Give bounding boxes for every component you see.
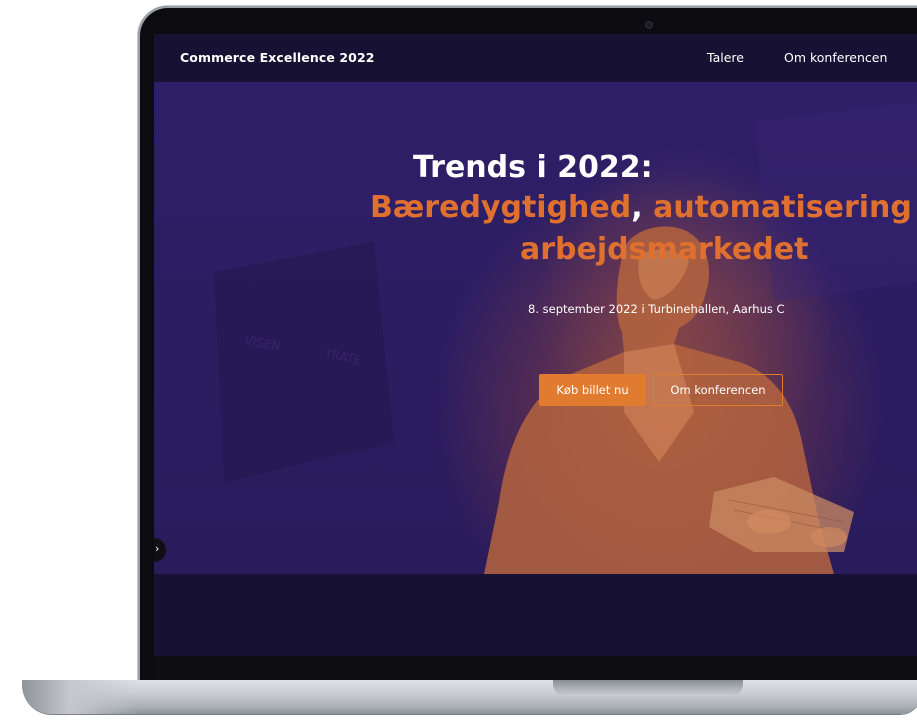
screen-bottom-bezel <box>154 656 917 680</box>
chevron-right-icon: › <box>155 542 160 555</box>
hero-title-line1: Trends i 2022: <box>413 150 653 185</box>
hero-title-line2: Bæredygtighed, automatisering o <box>370 190 917 225</box>
site-brand[interactable]: Commerce Excellence 2022 <box>180 50 375 65</box>
hero-title-comma: , <box>631 190 643 225</box>
nav-item-om-konferencen[interactable]: Om konferencen <box>784 50 887 65</box>
hero-title-line3: arbejdsmarkedet <box>520 232 809 267</box>
nav-item-talere[interactable]: Talere <box>707 50 744 65</box>
section-below-hero <box>154 574 917 656</box>
laptop-screen: Commerce Excellence 2022 Talere Om konfe… <box>154 34 917 680</box>
buy-ticket-button[interactable]: Køb billet nu <box>539 374 646 406</box>
hero-title-bæredygtighed: Bæredygtighed <box>370 190 632 225</box>
laptop-base <box>22 680 917 714</box>
about-conference-button[interactable]: Om konferencen <box>653 374 783 406</box>
hero-event-date-location: 8. september 2022 i Turbinehallen, Aarhu… <box>528 302 785 316</box>
hero-title-automatisering: automatisering o <box>642 190 917 225</box>
top-navbar: Commerce Excellence 2022 Talere Om konfe… <box>154 34 917 82</box>
hero-section: VISEN TRATE Trends i 2022: Bæredygtighed… <box>154 82 917 574</box>
camera-dot <box>646 22 652 28</box>
laptop-opening-notch <box>553 680 743 696</box>
laptop-mockup: Commerce Excellence 2022 Talere Om konfe… <box>0 0 917 720</box>
